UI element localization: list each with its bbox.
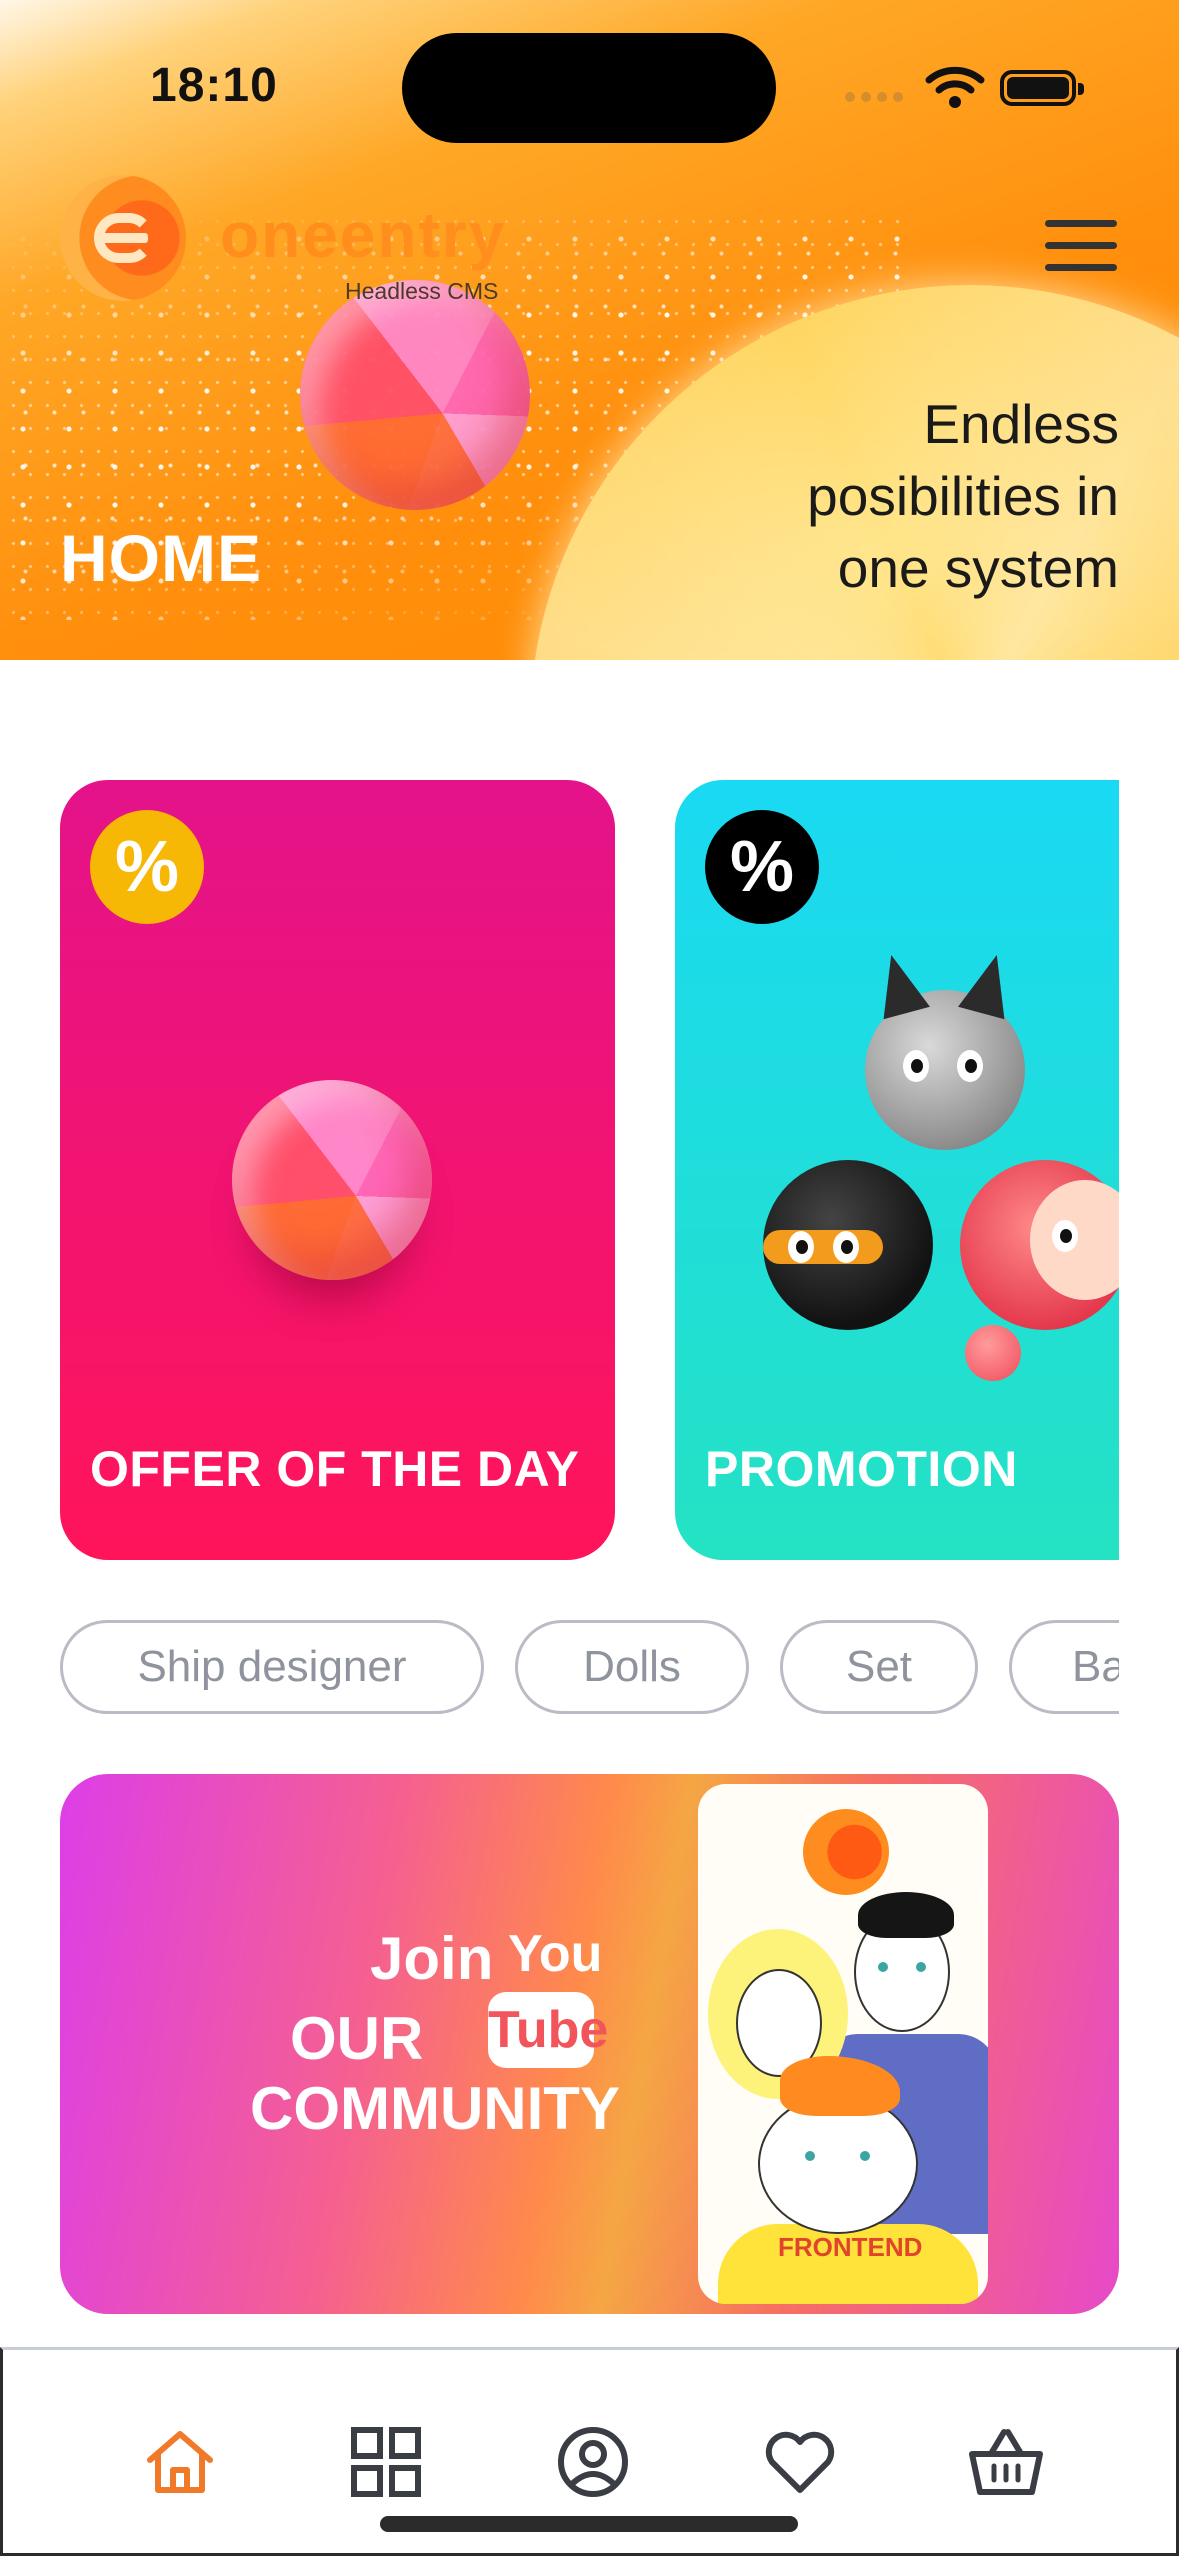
- dynamic-island: [402, 33, 776, 143]
- offer-of-the-day-card[interactable]: % OFFER OF THE DAY: [60, 780, 615, 1560]
- card-label: OFFER OF THE DAY: [90, 1441, 580, 1497]
- youtube-community-banner[interactable]: Join You OUR Tube COMMUNITY FRONTEND: [60, 1774, 1119, 2314]
- profile-icon: [558, 2427, 628, 2497]
- oneentry-logo-icon[interactable]: [60, 175, 186, 301]
- home-icon: [147, 2431, 213, 2493]
- brand-subtitle: Headless CMS: [345, 278, 499, 304]
- youtube-tube-logo: Tube: [488, 1992, 608, 2068]
- heart-icon: [765, 2431, 835, 2493]
- category-chips[interactable]: Ship designer Dolls Set Ba: [60, 1620, 1119, 1714]
- tagline: Endless posibilities in one system: [679, 388, 1119, 604]
- shirt-illustration: FRONTEND: [718, 2224, 978, 2304]
- small-ball-illustration: [965, 1325, 1021, 1381]
- grid-icon: [351, 2427, 421, 2497]
- chip-ba[interactable]: Ba: [1009, 1620, 1119, 1714]
- banner-community: COMMUNITY: [250, 2075, 620, 2142]
- home-indicator[interactable]: [380, 2516, 798, 2532]
- page-title: HOME: [60, 521, 262, 595]
- tab-profile[interactable]: [553, 2422, 633, 2502]
- status-icons: [845, 62, 1085, 110]
- chip-ship-designer[interactable]: Ship designer: [60, 1620, 484, 1714]
- pink-ball-illustration: [232, 1080, 432, 1280]
- percent-badge-icon: %: [90, 810, 204, 924]
- battery-icon: [1000, 70, 1084, 106]
- chip-set[interactable]: Set: [780, 1620, 978, 1714]
- frontend-illustration: FRONTEND: [698, 1784, 988, 2304]
- basket-icon: [969, 2429, 1043, 2495]
- status-time: 18:10: [150, 59, 278, 112]
- hamburger-menu-button[interactable]: [1045, 220, 1121, 276]
- man-character: [848, 1892, 958, 2042]
- banner-our: OUR: [290, 2005, 424, 2072]
- header-banner: 18:10 oneentry Headless CMS HOME Endless…: [0, 0, 1179, 660]
- promo-carousel[interactable]: % OFFER OF THE DAY % PROMOTION: [60, 780, 1119, 1560]
- card-label: PROMOTION: [705, 1441, 1018, 1497]
- percent-badge-icon: %: [705, 810, 819, 924]
- tab-favorites[interactable]: [760, 2422, 840, 2502]
- tagline-line: one system: [837, 537, 1119, 599]
- promotion-card[interactable]: % PROMOTION: [675, 780, 1119, 1560]
- brand-name: oneentry: [220, 199, 507, 271]
- shirt-text: FRONTEND: [778, 2232, 923, 2262]
- oneentry-logo-icon: [803, 1809, 889, 1895]
- cat-character-illustration: [865, 948, 1025, 1150]
- doll-character-illustration: [960, 1160, 1119, 1330]
- chip-dolls[interactable]: Dolls: [515, 1620, 749, 1714]
- tagline-line: Endless: [923, 393, 1119, 455]
- pink-ball-illustration: [300, 280, 530, 510]
- tab-catalog[interactable]: [346, 2422, 426, 2502]
- tagline-line: posibilities in: [807, 465, 1119, 527]
- tab-home[interactable]: [140, 2422, 220, 2502]
- ninja-character-illustration: [763, 1160, 933, 1330]
- banner-join: Join: [370, 1925, 494, 1992]
- youtube-you: You: [508, 1925, 603, 1983]
- tab-cart[interactable]: [966, 2422, 1046, 2502]
- kid-character: [758, 2056, 918, 2234]
- wifi-icon: [925, 66, 985, 108]
